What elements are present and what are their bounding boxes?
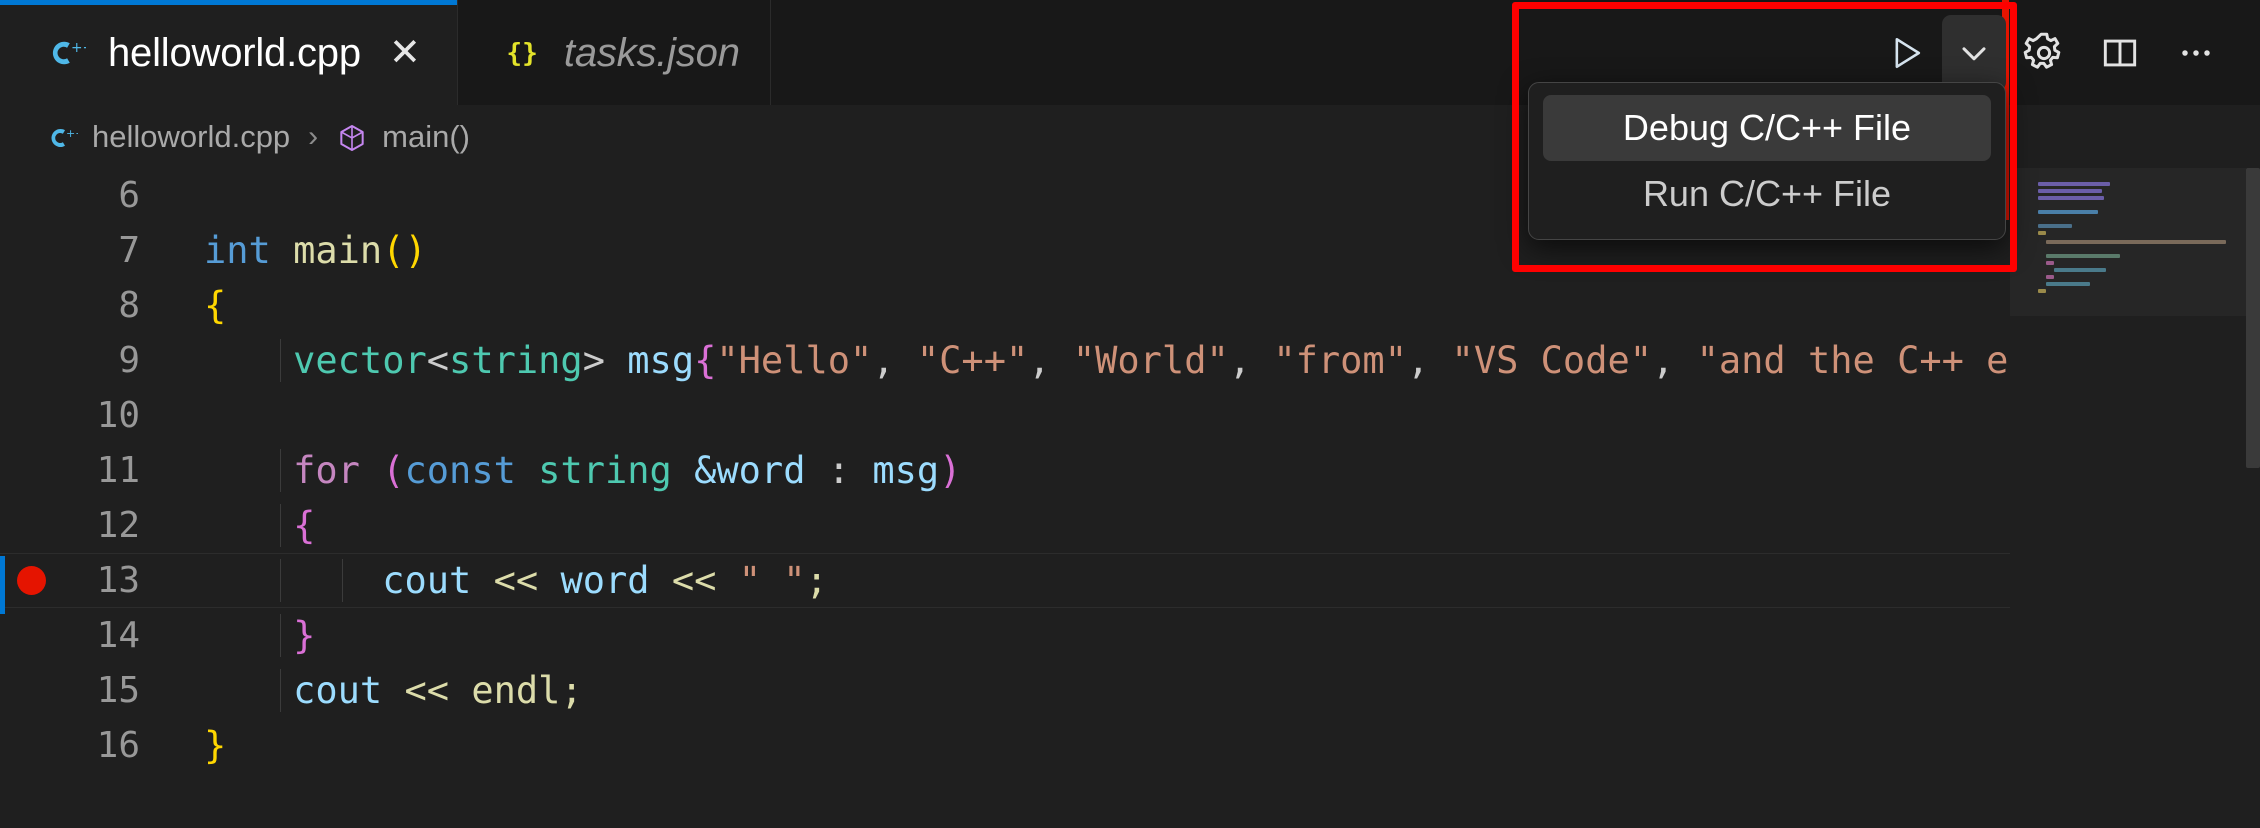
split-editor-icon	[2103, 39, 2137, 66]
svg-text:++: ++	[71, 39, 86, 55]
run-options-dropdown-button[interactable]	[1942, 14, 2006, 91]
menu-item-debug-c-cpp-file[interactable]: Debug C/C++ File	[1543, 95, 1991, 161]
more-actions-button[interactable]	[2158, 15, 2234, 91]
line-number: 10	[96, 395, 140, 436]
scrollbar-thumb[interactable]	[2246, 168, 2260, 468]
settings-gear-button[interactable]	[2006, 15, 2082, 91]
current-line-edge-marker	[0, 556, 5, 614]
code-line[interactable]: 8 {	[0, 278, 2260, 333]
minimap-scrollbar[interactable]	[2246, 168, 2260, 828]
line-number: 7	[118, 230, 140, 271]
line-number: 12	[96, 505, 140, 546]
svg-text:{}: {}	[506, 38, 537, 68]
line-number: 8	[118, 285, 140, 326]
code-line[interactable]: 14 }	[0, 608, 2260, 663]
line-number: 6	[118, 175, 140, 216]
line-number: 9	[118, 340, 140, 381]
svg-text:++: ++	[66, 127, 78, 140]
method-symbol-icon	[336, 119, 368, 155]
json-file-icon: {}	[504, 34, 542, 72]
code-editor[interactable]: 6 7 int main() 8 { 9 vector<string> msg{…	[0, 168, 2260, 828]
code-line[interactable]: 11 for (const string &word : msg)	[0, 443, 2260, 498]
play-icon	[1895, 37, 1921, 68]
run-debug-dropdown-menu: Debug C/C++ File Run C/C++ File	[1528, 82, 2006, 240]
code-line-current[interactable]: 13 cout << word << " ";	[0, 553, 2260, 608]
menu-item-label: Run C/C++ File	[1642, 173, 1892, 214]
code-line-text: }	[204, 724, 227, 767]
tab-label: tasks.json	[563, 30, 740, 75]
code-line-text: int main()	[204, 229, 427, 272]
line-number: 15	[96, 670, 140, 711]
code-line-text: cout << endl;	[140, 669, 583, 712]
code-line-text: {	[204, 284, 227, 327]
code-line[interactable]: 9 vector<string> msg{"Hello", "C++", "Wo…	[0, 333, 2260, 388]
cpp-file-icon: ++	[46, 119, 84, 155]
minimap[interactable]	[2010, 168, 2260, 828]
code-line[interactable]: 16 }	[0, 718, 2260, 773]
line-number: 14	[96, 615, 140, 656]
tab-tasks-json[interactable]: {} tasks.json	[457, 0, 771, 105]
code-line-text: vector<string> msg{"Hello", "C++", "Worl…	[140, 339, 2053, 382]
breadcrumb-symbol[interactable]: main()	[336, 119, 470, 155]
tab-helloworld-cpp[interactable]: ++ helloworld.cpp ✕	[0, 0, 458, 105]
line-number: 16	[96, 725, 140, 766]
breadcrumb-symbol-label: main()	[382, 118, 471, 154]
breakpoint-gutter[interactable]	[0, 566, 62, 595]
split-editor-button[interactable]	[2082, 15, 2158, 91]
tab-label: helloworld.cpp	[108, 30, 361, 75]
code-line[interactable]: 10	[0, 388, 2260, 443]
vscode-editor-window: ++ helloworld.cpp ✕ {} tasks.json	[0, 0, 2260, 828]
ellipsis-icon	[2182, 49, 2210, 56]
code-line[interactable]: 12 {	[0, 498, 2260, 553]
breadcrumb-file-label: helloworld.cpp	[92, 118, 291, 154]
breadcrumb-file[interactable]: ++ helloworld.cpp	[46, 119, 290, 155]
gear-icon	[2023, 32, 2061, 69]
code-line-text: for (const string &word : msg)	[140, 449, 961, 492]
code-line-text: {	[140, 504, 315, 547]
code-line-text: cout << word << " ";	[140, 559, 828, 602]
run-c-cpp-file-button[interactable]	[1870, 15, 1942, 91]
breakpoint-icon[interactable]	[16, 566, 46, 595]
cpp-file-icon: ++	[46, 33, 86, 73]
line-number: 11	[96, 450, 140, 491]
close-icon[interactable]: ✕	[383, 34, 427, 72]
code-line[interactable]: 15 cout << endl;	[0, 663, 2260, 718]
code-line-text: }	[140, 614, 315, 657]
breadcrumb-separator: ›	[308, 119, 319, 153]
line-number: 13	[96, 560, 140, 601]
chevron-down-icon	[1962, 46, 1986, 60]
menu-item-run-c-cpp-file[interactable]: Run C/C++ File	[1543, 161, 1991, 227]
menu-item-label: Debug C/C++ File	[1622, 107, 1912, 148]
